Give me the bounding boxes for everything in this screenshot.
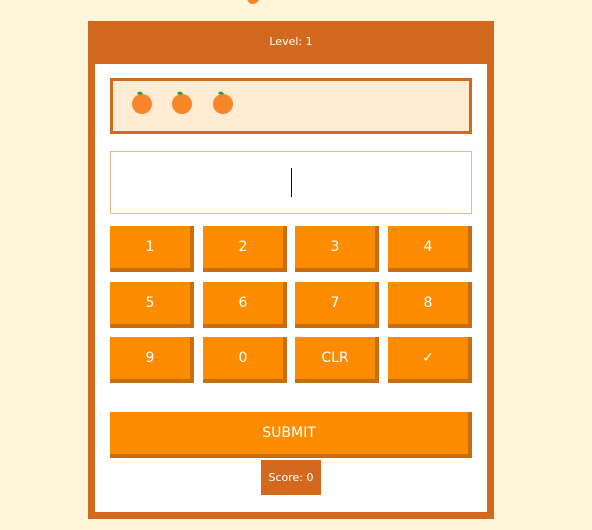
key-5[interactable]: 5 bbox=[110, 282, 194, 328]
orange-icon bbox=[212, 90, 234, 114]
key-7[interactable]: 7 bbox=[295, 282, 379, 328]
key-9[interactable]: 9 bbox=[110, 337, 194, 383]
level-header: Level: 1 bbox=[88, 21, 494, 61]
orange-icon bbox=[131, 90, 153, 114]
key-6[interactable]: 6 bbox=[203, 282, 287, 328]
level-label: Level: 1 bbox=[269, 34, 313, 48]
number-keypad: 1 2 3 4 5 6 7 8 9 0 CLR ✓ bbox=[110, 226, 472, 383]
orange-icon-partial bbox=[247, 0, 259, 4]
key-8[interactable]: 8 bbox=[388, 282, 472, 328]
key-1[interactable]: 1 bbox=[110, 226, 194, 272]
key-0[interactable]: 0 bbox=[203, 337, 287, 383]
key-4[interactable]: 4 bbox=[388, 226, 472, 272]
key-3[interactable]: 3 bbox=[295, 226, 379, 272]
score-label: Score: 0 bbox=[268, 471, 314, 484]
orange-icon bbox=[171, 90, 193, 114]
game-frame: Level: 1 1 2 3 4 5 6 7 8 9 0 CLR ✓ SUBMIT Score: 0 bbox=[88, 21, 494, 519]
key-2[interactable]: 2 bbox=[203, 226, 287, 272]
text-cursor bbox=[290, 168, 292, 197]
submit-button[interactable]: SUBMIT bbox=[110, 412, 472, 458]
game-panel: 1 2 3 4 5 6 7 8 9 0 CLR ✓ SUBMIT Score: 0 bbox=[95, 64, 487, 512]
fruit-display bbox=[110, 78, 472, 134]
score-badge: Score: 0 bbox=[261, 460, 321, 495]
answer-input[interactable] bbox=[110, 151, 472, 214]
check-button[interactable]: ✓ bbox=[388, 337, 472, 383]
clear-button[interactable]: CLR bbox=[295, 337, 379, 383]
